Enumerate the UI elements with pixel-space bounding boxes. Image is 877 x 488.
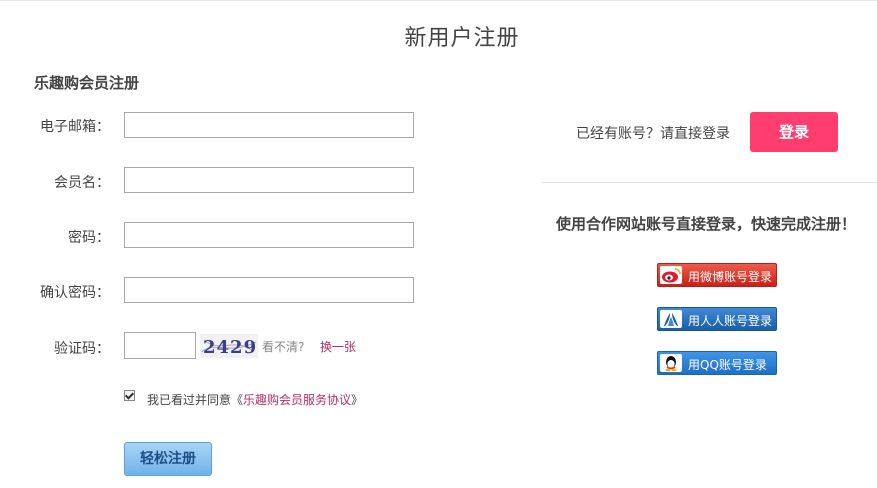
weibo-login-label: 用微博账号登录 — [688, 270, 773, 284]
captcha-image[interactable]: 2429 — [200, 334, 258, 358]
username-field[interactable] — [124, 167, 414, 193]
weibo-login-button[interactable]: 用微博账号登录 — [657, 263, 777, 287]
captcha-hint: 看不清? — [262, 340, 305, 354]
partner-login-title: 使用合作网站账号直接登录，快速完成注册！ — [556, 215, 857, 233]
register-button[interactable]: 轻松注册 — [124, 442, 212, 476]
service-agreement-link[interactable]: 乐趣购会员服务协议 — [243, 393, 351, 407]
agree-suffix: 》 — [351, 393, 364, 407]
username-label: 会员名： — [54, 175, 110, 191]
captcha-code: 2429 — [203, 337, 257, 358]
have-account-text: 已经有账号？请直接登录 — [576, 126, 730, 142]
renren-login-label: 用人人账号登录 — [688, 314, 773, 328]
login-button[interactable]: 登录 — [750, 112, 838, 152]
email-label: 电子邮箱： — [40, 119, 110, 135]
password-field[interactable] — [124, 222, 414, 248]
renren-login-button[interactable]: 用人人账号登录 — [657, 307, 777, 331]
email-field[interactable] — [124, 112, 414, 138]
password-label: 密码： — [68, 230, 110, 246]
renren-icon — [660, 310, 682, 328]
captcha-field[interactable] — [124, 332, 196, 359]
section-title: 乐趣购会员注册 — [34, 74, 140, 92]
confirm-password-field[interactable] — [124, 277, 414, 303]
qq-icon — [660, 354, 682, 372]
agree-prefix: 我已看过并同意《 — [147, 393, 244, 407]
weibo-icon — [660, 266, 682, 284]
page-title: 新用户注册 — [404, 26, 520, 51]
captcha-refresh-link[interactable]: 换一张 — [320, 338, 356, 355]
qq-login-button[interactable]: 用QQ账号登录 — [657, 351, 777, 375]
agree-text: 我已看过并同意《乐趣购会员服务协议》 — [147, 391, 363, 408]
agree-checkbox[interactable] — [124, 390, 135, 401]
qq-login-label: 用QQ账号登录 — [688, 358, 767, 372]
confirm-password-label: 确认密码： — [40, 285, 110, 301]
captcha-label: 验证码： — [54, 341, 110, 357]
top-divider — [0, 0, 877, 1]
side-divider — [542, 182, 877, 183]
